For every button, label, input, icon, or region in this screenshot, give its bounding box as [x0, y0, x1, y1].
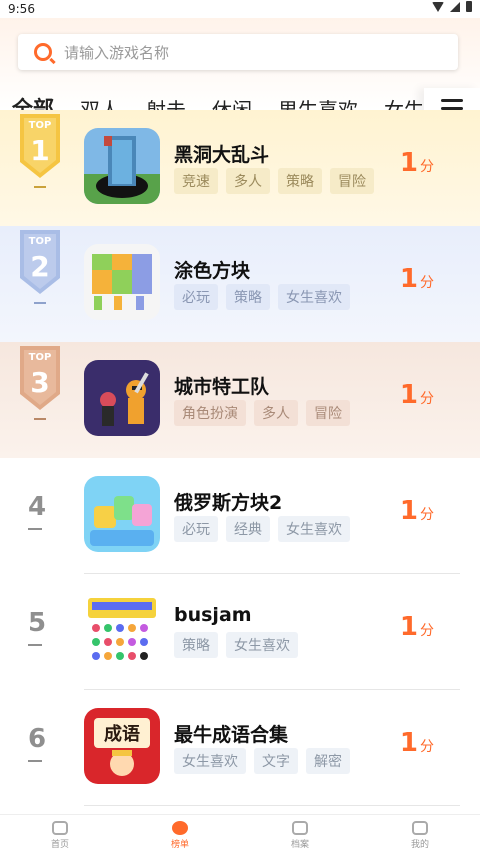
- game-score: 1分: [399, 728, 434, 758]
- game-name[interactable]: 俄罗斯方块2: [174, 488, 282, 515]
- game-icon[interactable]: [84, 360, 160, 436]
- rank-number: 4: [28, 492, 47, 530]
- tag: 多人: [254, 400, 298, 426]
- game-score: 1分: [399, 496, 434, 526]
- tag: 策略: [278, 168, 322, 194]
- game-tags: 策略 女生喜欢: [174, 632, 298, 658]
- ranking-list: TOP 1 黑洞大乱斗 竞速 多人 策略 冒险 1分 TOP 2 涂色方块 必玩…: [0, 110, 480, 806]
- tag: 竞速: [174, 168, 218, 194]
- game-tags: 角色扮演 多人 冒险: [174, 400, 350, 426]
- game-icon[interactable]: [84, 476, 160, 552]
- chat-icon: [292, 820, 308, 835]
- nav-archive[interactable]: 档案: [240, 815, 360, 855]
- game-score: 1分: [399, 264, 434, 294]
- divider: [84, 805, 460, 806]
- search-icon: [34, 43, 52, 61]
- rank-number: 6: [28, 724, 47, 762]
- rank-badge-bronze: TOP 3: [18, 346, 62, 420]
- game-tags: 必玩 经典 女生喜欢: [174, 516, 350, 542]
- rank-badge-gold: TOP 1: [18, 114, 62, 188]
- tag: 必玩: [174, 516, 218, 542]
- list-item[interactable]: TOP 3 城市特工队 角色扮演 多人 冒险 1分: [0, 342, 480, 458]
- tag: 策略: [174, 632, 218, 658]
- nav-ranking[interactable]: 榜单: [120, 815, 240, 855]
- list-item[interactable]: TOP 1 黑洞大乱斗 竞速 多人 策略 冒险 1分: [0, 110, 480, 226]
- game-icon[interactable]: [84, 128, 160, 204]
- game-icon[interactable]: 成语: [84, 708, 160, 784]
- tag: 解密: [306, 748, 350, 774]
- list-item[interactable]: TOP 2 涂色方块 必玩 策略 女生喜欢 1分: [0, 226, 480, 342]
- game-name[interactable]: 黑洞大乱斗: [174, 140, 269, 167]
- tag: 角色扮演: [174, 400, 246, 426]
- status-time: 9:56: [8, 2, 35, 16]
- gamepad-icon: [52, 820, 68, 835]
- tag: 策略: [226, 284, 270, 310]
- icon-art-text: 成语: [104, 723, 140, 745]
- list-item[interactable]: 5 busjam 策略 女生喜欢 1分: [0, 574, 480, 690]
- tag: 女生喜欢: [174, 748, 246, 774]
- search-input[interactable]: 请输入游戏名称: [64, 42, 169, 63]
- game-score: 1分: [399, 380, 434, 410]
- game-score: 1分: [399, 148, 434, 178]
- tag: 多人: [226, 168, 270, 194]
- bottom-nav: 首页 榜单 档案 我的: [0, 814, 480, 855]
- tag: 冒险: [330, 168, 374, 194]
- game-score: 1分: [399, 612, 434, 642]
- profile-icon: [412, 820, 428, 835]
- tag: 必玩: [174, 284, 218, 310]
- tag: 女生喜欢: [226, 632, 298, 658]
- game-icon[interactable]: [84, 592, 160, 668]
- header: 请输入游戏名称 全部 双人 射击 休闲 男生喜欢 女生: [0, 18, 480, 128]
- wifi-icon: [432, 1, 444, 12]
- game-name[interactable]: 最牛成语合集: [174, 720, 288, 747]
- game-name[interactable]: 城市特工队: [174, 372, 269, 399]
- signal-icon: [450, 1, 460, 12]
- list-item[interactable]: 6 成语 最牛成语合集 女生喜欢 文字 解密 1分: [0, 690, 480, 806]
- search-bar[interactable]: 请输入游戏名称: [18, 34, 458, 70]
- battery-icon: [466, 1, 472, 12]
- game-name[interactable]: 涂色方块: [174, 256, 250, 283]
- rank-badge-silver: TOP 2: [18, 230, 62, 304]
- game-tags: 必玩 策略 女生喜欢: [174, 284, 350, 310]
- game-name[interactable]: busjam: [174, 604, 252, 626]
- tag: 文字: [254, 748, 298, 774]
- status-bar: 9:56: [0, 0, 480, 18]
- game-tags: 竞速 多人 策略 冒险: [174, 168, 374, 194]
- rank-number: 5: [28, 608, 47, 646]
- game-icon[interactable]: [84, 244, 160, 320]
- ranking-icon: [172, 820, 188, 835]
- list-item[interactable]: 4 俄罗斯方块2 必玩 经典 女生喜欢 1分: [0, 458, 480, 574]
- status-icons: [432, 1, 472, 12]
- nav-profile[interactable]: 我的: [360, 815, 480, 855]
- tag: 冒险: [306, 400, 350, 426]
- nav-home[interactable]: 首页: [0, 815, 120, 855]
- tag: 女生喜欢: [278, 516, 350, 542]
- game-tags: 女生喜欢 文字 解密: [174, 748, 350, 774]
- tag: 女生喜欢: [278, 284, 350, 310]
- tag: 经典: [226, 516, 270, 542]
